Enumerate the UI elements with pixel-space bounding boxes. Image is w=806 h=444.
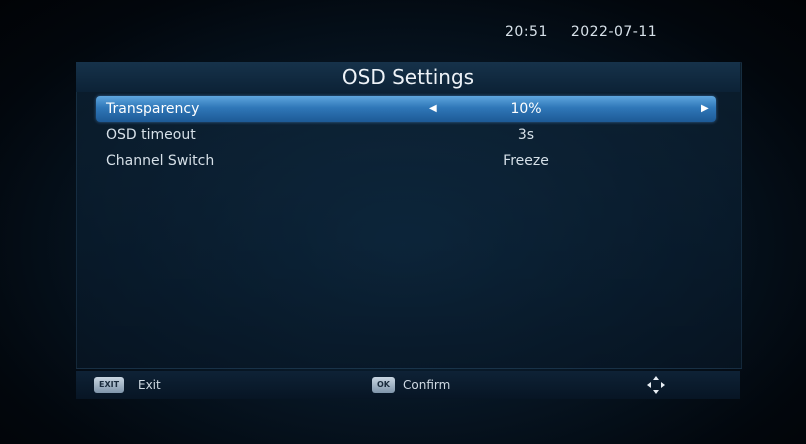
- arrow-right-icon[interactable]: ▶: [701, 96, 709, 122]
- confirm-label: Confirm: [403, 378, 451, 392]
- status-clock: 20:51 2022-07-11: [505, 24, 657, 40]
- setting-value: Freeze: [503, 153, 549, 169]
- exit-label: Exit: [138, 378, 161, 392]
- time-display: 20:51: [505, 24, 548, 40]
- setting-row-transparency[interactable]: Transparency ◀ 10% ▶: [96, 96, 716, 122]
- setting-label: Channel Switch: [106, 153, 215, 169]
- footer-bar: EXIT Exit OK Confirm: [76, 371, 740, 399]
- date-display: 2022-07-11: [570, 24, 658, 40]
- page-title: OSD Settings: [76, 62, 740, 92]
- setting-row-channel-switch[interactable]: Channel Switch Freeze: [96, 148, 716, 174]
- setting-value: 10%: [510, 101, 542, 117]
- exit-key-icon[interactable]: EXIT: [94, 377, 125, 393]
- direction-pad-icon: [647, 376, 665, 394]
- arrow-left-icon[interactable]: ◀: [429, 96, 437, 122]
- setting-row-osd-timeout[interactable]: OSD timeout 3s: [96, 122, 716, 148]
- setting-value: 3s: [517, 127, 535, 143]
- settings-list: Transparency ◀ 10% ▶ OSD timeout 3s Chan…: [96, 96, 716, 174]
- setting-label: Transparency: [106, 101, 200, 117]
- setting-label: OSD timeout: [106, 127, 196, 143]
- ok-key-icon[interactable]: OK: [372, 377, 395, 393]
